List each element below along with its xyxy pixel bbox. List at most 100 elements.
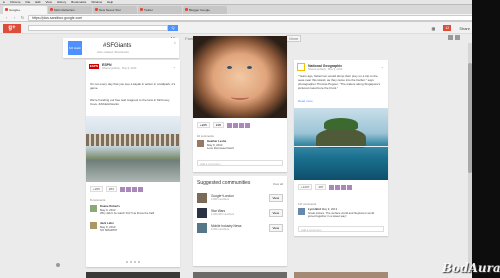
- multi-column-icon[interactable]: [455, 35, 460, 40]
- google-plus-header: g+ Q ▦ 12 Share: [0, 22, 500, 34]
- community-image[interactable]: [197, 223, 207, 233]
- filter-more-button[interactable]: More: [286, 35, 302, 42]
- back-arrow-icon[interactable]: ‹: [4, 15, 9, 20]
- avatar[interactable]: [197, 140, 204, 147]
- notifications-badge[interactable]: 12: [443, 25, 452, 31]
- browser-tab[interactable]: New Nexus Tour: [93, 6, 137, 14]
- hashtag-search-icon[interactable]: SO Hash: [68, 41, 82, 55]
- plusser-avatars: [226, 122, 250, 128]
- browser-tab[interactable]: Twitter: [138, 6, 182, 14]
- search-input[interactable]: [28, 25, 168, 31]
- gplus-logo[interactable]: g+: [3, 24, 21, 33]
- comment-count[interactable]: 8 comments: [90, 198, 105, 202]
- browser-tab-bar: Google+ Mofo Reflection New Nexus Tour T…: [0, 5, 500, 14]
- post-photo-child[interactable]: [193, 36, 287, 118]
- browser-tab[interactable]: Mofo Reflection: [48, 6, 92, 14]
- apps-grid-icon[interactable]: ▦: [432, 26, 436, 31]
- favicon-icon: [140, 8, 143, 11]
- browser-tab[interactable]: Google+: [3, 6, 47, 14]
- comment-text: SO SMARTIP: [100, 228, 118, 233]
- menu-chrome[interactable]: Chrome: [10, 0, 21, 4]
- watermark-logo: BodAura: [442, 261, 500, 275]
- comment: Jack Lafer May 9, 2013 SO SMARTIP: [90, 221, 118, 233]
- post-meta: Shared publicly · May 9, 2013: [308, 67, 343, 71]
- view-community-button[interactable]: View: [268, 194, 283, 202]
- menu-history[interactable]: History: [57, 0, 66, 4]
- post-meta: Shared publicly · May 9, 2013: [102, 67, 137, 70]
- next-post-preview[interactable]: [86, 272, 180, 278]
- share-button[interactable]: Share: [459, 26, 470, 31]
- address-bar-row: ‹ › ↻ https://plus.sandbox.google.com ☆ …: [0, 14, 500, 22]
- post-photo-sea[interactable]: [294, 108, 388, 180]
- suggested-title: Suggested communities: [197, 180, 251, 186]
- reshare-button[interactable]: 218: [212, 122, 224, 128]
- community-image[interactable]: [197, 193, 207, 203]
- chevron-down-icon[interactable]: ⌄: [381, 64, 384, 69]
- menu-view[interactable]: View: [46, 0, 52, 4]
- menu-help[interactable]: Help: [107, 0, 113, 4]
- comment-text: Why didn't he watch him? He threw the ba…: [100, 211, 155, 216]
- favicon-icon: [95, 8, 98, 11]
- menu-file[interactable]: File: [25, 0, 30, 4]
- comment-count[interactable]: 10 comments: [197, 134, 214, 138]
- post-text: We're handing out free leaf magnets to t…: [90, 98, 170, 106]
- browser-tab[interactable]: Blogger Google: [183, 6, 227, 14]
- post-card-espn: ESPN ESPN Shared publicly · May 9, 2013 …: [86, 60, 180, 267]
- search-button[interactable]: Q: [168, 25, 178, 31]
- plus-one-button[interactable]: +265: [90, 186, 103, 192]
- next-post-preview[interactable]: [294, 272, 388, 278]
- favicon-icon: [185, 8, 188, 11]
- comment-text: Great picture. The surface world and Nep…: [308, 210, 375, 219]
- post-actions: +1267 287: [298, 184, 353, 190]
- community-members: 1,023,000 members: [211, 213, 235, 216]
- plus-one-button[interactable]: +225: [197, 122, 210, 128]
- add-comment-input[interactable]: Add a comment...: [298, 226, 384, 232]
- comment: Heather Leslie May 9, 2013 Love that swe…: [197, 139, 234, 151]
- community-members: 6,000 members: [211, 228, 230, 231]
- post-card-child: +225 218 10 comments Heather Leslie May …: [193, 36, 287, 172]
- reshare-button[interactable]: 283: [105, 186, 117, 192]
- menu-bookmarks[interactable]: Bookmarks: [71, 0, 86, 4]
- view-all-link[interactable]: View all: [273, 182, 283, 186]
- community-item: Star Wars 1,023,000 members View: [197, 207, 283, 219]
- plusser-avatars: [119, 186, 143, 192]
- post-photo-bridge[interactable]: [86, 116, 180, 182]
- menu-edit[interactable]: Edit: [35, 0, 40, 4]
- plus-one-button[interactable]: +1267: [298, 184, 313, 190]
- avatar[interactable]: [298, 208, 305, 215]
- chevron-down-icon[interactable]: ⌄: [173, 64, 176, 69]
- url-field[interactable]: https://plus.sandbox.google.com: [28, 14, 480, 21]
- hashtag-related[interactable]: Also related: #GoGiants: [97, 50, 129, 54]
- avatar[interactable]: [90, 222, 97, 229]
- layout-toggle: [448, 35, 460, 40]
- espn-avatar[interactable]: ESPN: [89, 64, 99, 69]
- close-icon[interactable]: ×: [174, 40, 176, 45]
- next-post-preview[interactable]: [193, 272, 287, 278]
- reshare-button[interactable]: 287: [315, 184, 327, 190]
- favicon-icon: [50, 8, 53, 11]
- community-image[interactable]: [197, 208, 207, 218]
- hashtag-title[interactable]: #SFGiants: [103, 43, 131, 49]
- add-comment-input[interactable]: Add a comment...: [197, 160, 283, 166]
- post-header: National Geographic Shared publicly · Ma…: [297, 63, 342, 71]
- avatar[interactable]: [90, 205, 97, 212]
- post-author[interactable]: National Geographic: [308, 64, 342, 68]
- community-members: 4,000 members: [211, 198, 230, 201]
- post-actions: +225 218: [197, 122, 250, 128]
- community-item: Mobile Industry News 6,000 members View: [197, 222, 283, 234]
- community-item: Google+London 4,000 members View: [197, 192, 283, 204]
- forward-arrow-icon[interactable]: ›: [12, 15, 17, 20]
- suggested-communities-card: Suggested communities View all Google+Lo…: [193, 176, 287, 266]
- one-column-icon[interactable]: [448, 35, 453, 40]
- post-card-natgeo: National Geographic Shared publicly · Ma…: [294, 60, 388, 236]
- comment-count[interactable]: 117 comments: [298, 202, 316, 206]
- read-more-link[interactable]: Read more: [298, 99, 313, 103]
- comment: Lynn Bird May 9, 2013 Great picture. The…: [298, 207, 382, 219]
- menu-window[interactable]: Window: [91, 0, 102, 4]
- view-community-button[interactable]: View: [268, 209, 283, 217]
- apple-icon[interactable]: ●: [3, 0, 5, 4]
- avatar[interactable]: [56, 263, 60, 267]
- view-community-button[interactable]: View: [268, 224, 283, 232]
- reload-icon[interactable]: ↻: [20, 15, 25, 20]
- natgeo-avatar[interactable]: [297, 63, 305, 71]
